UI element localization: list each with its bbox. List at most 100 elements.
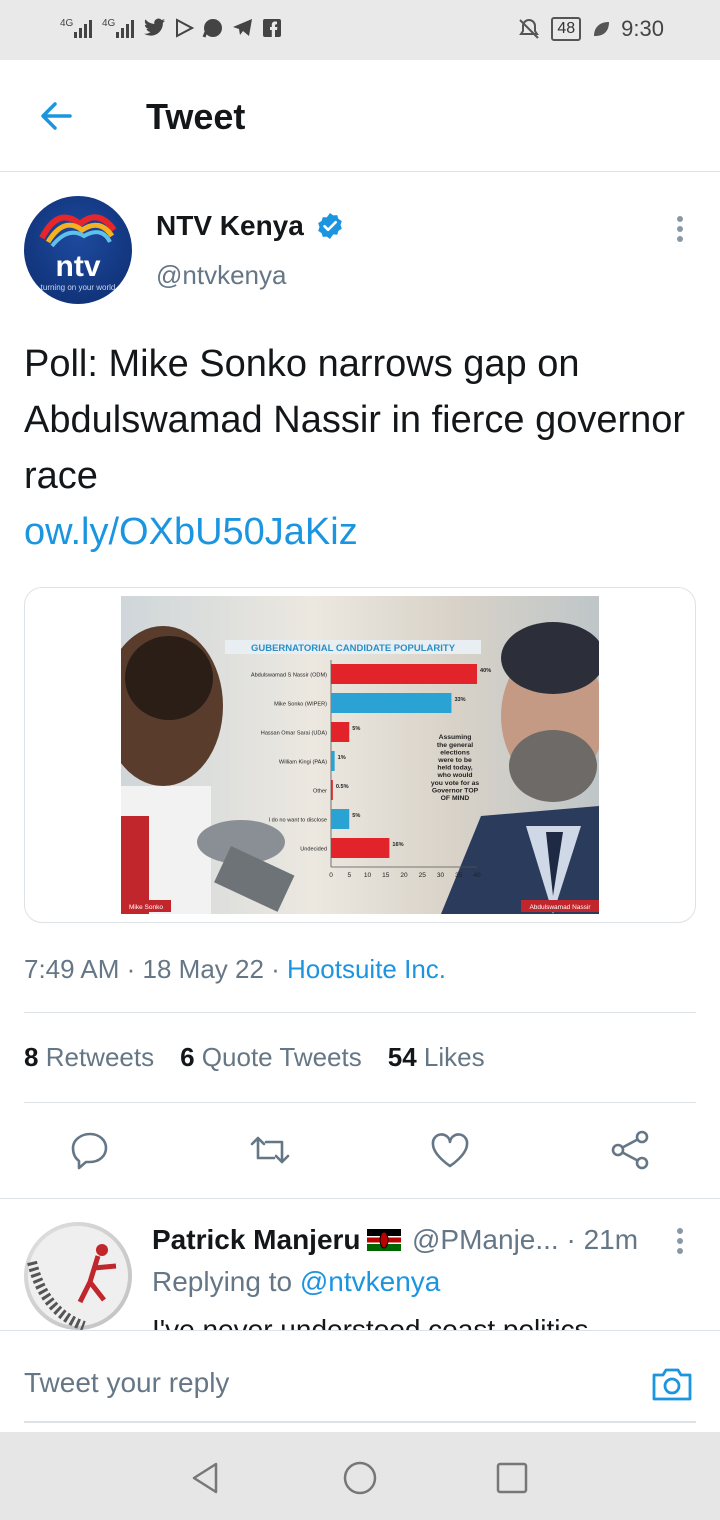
chart-value-label: 5% bbox=[352, 813, 360, 819]
chart-title: GUBERNATORIAL CANDIDATE POPULARITY bbox=[251, 643, 456, 654]
svg-text:turning on your world: turning on your world bbox=[41, 283, 116, 292]
chart-bar bbox=[331, 722, 350, 742]
nav-back-icon[interactable] bbox=[186, 1458, 226, 1498]
replying-to: Replying to @ntvkenya bbox=[152, 1266, 441, 1297]
chart-tick-label: 0 bbox=[329, 872, 333, 879]
chart-category-label: Other bbox=[313, 789, 327, 795]
bell-off-icon bbox=[519, 18, 540, 39]
chart-tick-label: 15 bbox=[382, 872, 390, 879]
divider bbox=[24, 1012, 696, 1013]
tweet-source[interactable]: Hootsuite Inc. bbox=[287, 954, 446, 984]
signal-icon-2: 4G bbox=[102, 18, 134, 38]
back-arrow-icon[interactable] bbox=[36, 96, 76, 136]
battery-indicator: 48 bbox=[551, 17, 582, 41]
chart-value-label: 0.5% bbox=[336, 784, 349, 790]
whatsapp-notif-icon bbox=[202, 19, 222, 38]
right-caption: Abdulswamad Nassir bbox=[529, 904, 591, 911]
chart-tick-label: 25 bbox=[419, 872, 427, 879]
verified-badge-icon bbox=[318, 213, 342, 239]
ntv-logo-icon: ntv turning on your world bbox=[39, 214, 117, 292]
status-icons-right: 48 9:30 bbox=[517, 16, 664, 42]
kenya-flag-icon bbox=[367, 1229, 401, 1251]
status-icons-left: 4G 4G bbox=[60, 16, 282, 40]
avatar-art bbox=[27, 1226, 128, 1330]
system-nav-bar bbox=[0, 1432, 720, 1520]
chart-tick-label: 20 bbox=[400, 872, 408, 879]
tweet-stats: 8 Retweets 6 Quote Tweets 54 Likes bbox=[24, 1042, 485, 1073]
chart-value-label: 33% bbox=[454, 697, 465, 703]
clock: 9:30 bbox=[621, 16, 664, 41]
tweet-date: 18 May 22 bbox=[142, 954, 264, 984]
reply-text: I've never understood coast politics bbox=[152, 1314, 589, 1332]
divider bbox=[24, 1102, 696, 1103]
chart-value-label: 16% bbox=[392, 842, 403, 848]
tweet-time: 7:49 AM bbox=[24, 954, 120, 984]
chart-bar bbox=[331, 780, 333, 800]
signal-icon: 4G bbox=[60, 18, 92, 38]
poll-graphic: GUBERNATORIAL CANDIDATE POPULARITY Abdul… bbox=[121, 622, 599, 914]
chart-bar bbox=[331, 664, 477, 684]
tweet-text: Poll: Mike Sonko narrows gap on Abdulswa… bbox=[24, 336, 696, 560]
chart-bar bbox=[331, 838, 390, 858]
chart-tick-label: 30 bbox=[437, 872, 445, 879]
svg-text:ntv: ntv bbox=[56, 250, 101, 283]
chart-category-label: I do no want to disclose bbox=[269, 818, 327, 824]
chart-category-label: Undecided bbox=[300, 847, 327, 853]
more-options-icon[interactable] bbox=[670, 214, 690, 244]
author-handle[interactable]: @ntvkenya bbox=[156, 260, 286, 291]
tweet-media-card[interactable]: GUBERNATORIAL CANDIDATE POPULARITY Abdul… bbox=[24, 587, 696, 923]
status-bar: 4G 4G 48 9:30 bbox=[0, 0, 720, 60]
reply-age: · 21m bbox=[566, 1224, 639, 1255]
quote-tweets-stat[interactable]: 6 Quote Tweets bbox=[180, 1042, 362, 1073]
chart-value-label: 1% bbox=[338, 755, 346, 761]
chart-bar bbox=[331, 751, 335, 771]
chart-tick-label: 10 bbox=[364, 872, 372, 879]
camera-icon[interactable] bbox=[650, 1361, 694, 1405]
reply-author-name[interactable]: Patrick Manjeru bbox=[152, 1224, 361, 1256]
replying-to-handle[interactable]: @ntvkenya bbox=[300, 1266, 441, 1297]
chart-value-label: 5% bbox=[352, 726, 360, 732]
twitter-notif-icon bbox=[144, 18, 166, 36]
left-person-figure bbox=[121, 626, 295, 914]
author-name[interactable]: NTV Kenya bbox=[156, 210, 304, 242]
chart-tick-label: 40 bbox=[473, 872, 481, 879]
svg-text:4G: 4G bbox=[102, 18, 116, 29]
chart-category-label: Mike Sonko (WIPER) bbox=[274, 702, 327, 708]
author-avatar[interactable]: ntv turning on your world bbox=[24, 196, 132, 304]
likes-stat[interactable]: 54 Likes bbox=[388, 1042, 485, 1073]
chart-category-label: William Kingi (PAA) bbox=[279, 760, 327, 766]
nav-recents-icon[interactable] bbox=[492, 1458, 532, 1498]
top-bar: Tweet bbox=[0, 60, 720, 172]
chart-value-label: 40% bbox=[480, 668, 491, 674]
chart-category-label: Abdulswamad S Nassir (ODM) bbox=[251, 673, 327, 679]
divider bbox=[0, 1198, 720, 1199]
reply-avatar[interactable] bbox=[24, 1222, 132, 1330]
poll-image: GUBERNATORIAL CANDIDATE POPULARITY Abdul… bbox=[121, 596, 599, 914]
tweet-link[interactable]: ow.ly/OXbU50JaKiz bbox=[24, 504, 696, 560]
play-notif-icon bbox=[176, 18, 194, 38]
tweet-meta: 7:49 AM · 18 May 22 · Hootsuite Inc. bbox=[24, 954, 447, 984]
reply-more-options-icon[interactable] bbox=[670, 1226, 690, 1256]
like-heart-icon[interactable] bbox=[428, 1128, 472, 1172]
page-title: Tweet bbox=[146, 96, 246, 137]
reply-compose-bar: Tweet your reply bbox=[0, 1330, 720, 1432]
chart-note: Assuming the general elections were to be he… bbox=[431, 734, 480, 802]
chart-tick-label: 5 bbox=[347, 872, 351, 879]
share-icon[interactable] bbox=[608, 1128, 652, 1172]
left-caption: Mike Sonko bbox=[129, 904, 163, 911]
retweets-stat[interactable]: 8 Retweets bbox=[24, 1042, 154, 1073]
telegram-notif-icon bbox=[233, 19, 252, 36]
nav-home-icon[interactable] bbox=[340, 1458, 380, 1498]
tweet-body: Poll: Mike Sonko narrows gap on Abdulswa… bbox=[24, 343, 686, 497]
reply-handle[interactable]: @PManje... · 21m bbox=[412, 1224, 638, 1256]
chart-bar bbox=[331, 809, 350, 829]
chart-category-label: Hassan Omar Sarai (UDA) bbox=[261, 731, 327, 737]
retweet-icon[interactable] bbox=[248, 1128, 292, 1172]
leaf-icon bbox=[594, 22, 610, 36]
reply-input[interactable]: Tweet your reply bbox=[24, 1367, 229, 1399]
chart-bar bbox=[331, 693, 452, 713]
svg-text:4G: 4G bbox=[60, 18, 74, 29]
chart-tick-label: 35 bbox=[455, 872, 463, 879]
facebook-notif-icon bbox=[263, 19, 281, 37]
reply-icon[interactable] bbox=[68, 1128, 112, 1172]
